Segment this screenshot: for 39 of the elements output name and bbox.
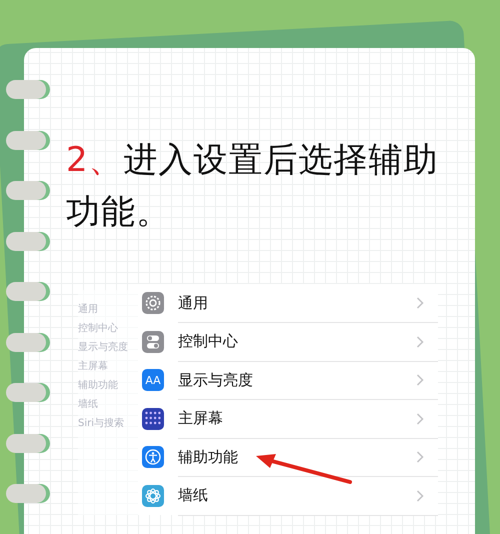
row-label: 显示与亮度 (178, 360, 438, 400)
binder-ring (6, 80, 46, 99)
accessibility-icon (142, 446, 164, 468)
sidebar-item[interactable]: 墙纸 (78, 399, 138, 411)
step-heading: 2、进入设置后选择辅助功能。 (66, 139, 440, 234)
settings-row[interactable]: AA 显示与亮度 (138, 361, 438, 400)
chevron-icon (416, 374, 424, 386)
sidebar-item[interactable]: 通用 (78, 304, 138, 316)
chevron-icon (416, 336, 424, 348)
row-label: 通用 (178, 284, 438, 323)
binder-ring (6, 232, 46, 250)
binder-ring (6, 484, 46, 503)
sidebar-item[interactable]: 显示与亮度 (78, 342, 138, 354)
chevron-icon (416, 451, 424, 463)
row-label: 控制中心 (178, 322, 438, 362)
chevron-icon (416, 412, 424, 424)
grid-icon (142, 408, 164, 430)
sidebar-item[interactable]: 主屏幕 (78, 361, 138, 373)
flower-icon (142, 484, 164, 507)
binder-ring (6, 282, 46, 301)
binder-ring (6, 434, 46, 452)
display-icon: AA (142, 369, 164, 392)
binder-ring (6, 130, 46, 150)
binder-ring (6, 383, 46, 402)
row-label: 主屏幕 (178, 399, 438, 438)
settings-row[interactable]: 主屏幕 (138, 400, 438, 438)
sidebar-item[interactable]: 辅助功能 (78, 380, 138, 392)
sidebar-item[interactable]: 控制中心 (78, 323, 138, 335)
toggles-icon (142, 330, 164, 353)
row-label: 墙纸 (178, 476, 438, 516)
chevron-icon (416, 297, 424, 309)
gear-icon (142, 292, 164, 314)
settings-row[interactable]: 通用 (138, 284, 438, 322)
sidebar-item[interactable]: Siri与搜索 (78, 418, 138, 430)
chevron-icon (416, 490, 424, 502)
binder-ring (6, 181, 46, 200)
settings-row[interactable]: 控制中心 (138, 322, 438, 361)
settings-row[interactable]: 墙纸 (138, 476, 438, 515)
binder-ring (6, 332, 46, 352)
